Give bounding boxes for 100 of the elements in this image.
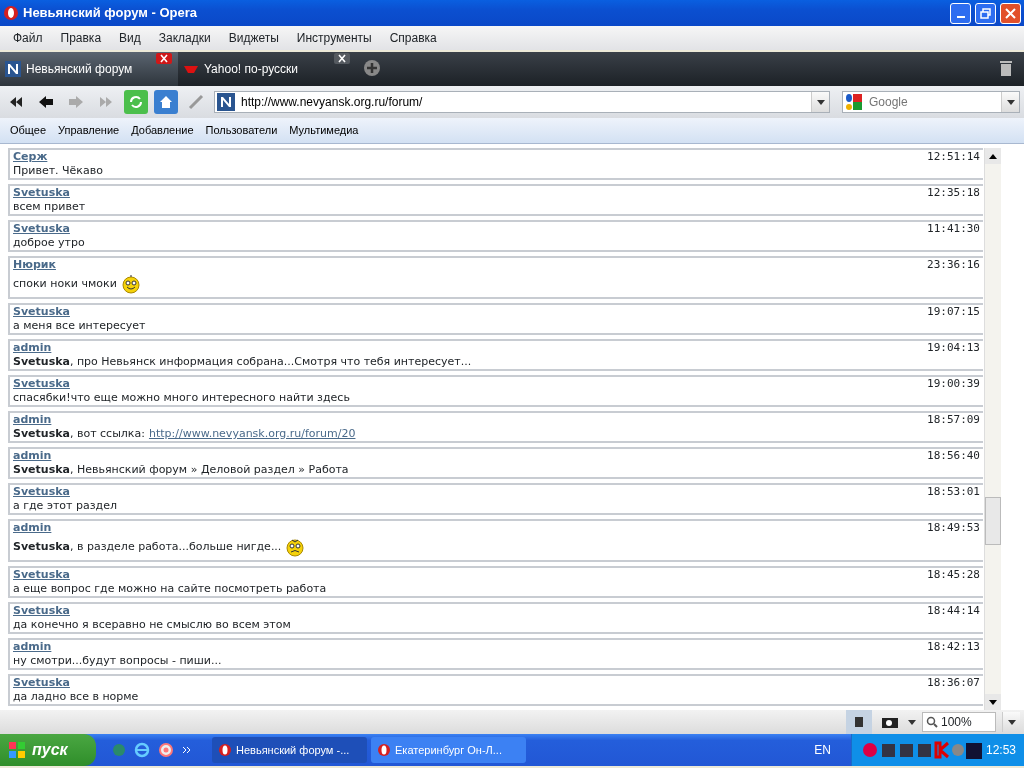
- plus-icon: [363, 59, 381, 77]
- zoom-field[interactable]: 100%: [922, 712, 996, 732]
- message-time: 19:00:39: [927, 377, 980, 391]
- message-link[interactable]: http://www.nevyansk.org.ru/forum/20: [148, 427, 356, 441]
- caret-icon: [1007, 719, 1016, 725]
- author-link[interactable]: Svetuska: [13, 222, 70, 236]
- frowning-smiley-icon: [285, 537, 306, 557]
- author-link[interactable]: Svetuska: [13, 305, 70, 319]
- rewind-icon: [9, 96, 23, 108]
- message-time: 19:04:13: [927, 341, 980, 355]
- close-tab-icon[interactable]: [156, 53, 172, 64]
- arrow-icon: [989, 699, 997, 705]
- restore-icon: [980, 7, 991, 19]
- menu-item[interactable]: Виджеты: [219, 29, 288, 47]
- menu-link[interactable]: Добавление: [125, 122, 200, 139]
- search-icon: [926, 716, 938, 728]
- home-button[interactable]: [154, 90, 178, 114]
- message-text: Svetuska, вот ссылка:: [13, 427, 145, 441]
- close-icon: [1005, 7, 1016, 19]
- forward-icon: [68, 95, 84, 109]
- message-time: 11:41:30: [927, 222, 980, 236]
- tab[interactable]: Невьянский форум: [0, 52, 178, 86]
- author-link[interactable]: Серж: [13, 150, 48, 164]
- message-text: Svetuska, про Невьянск информация собрана...Смотря что тебя интересует...: [13, 355, 472, 369]
- search-input[interactable]: Google: [867, 92, 1001, 112]
- author-link[interactable]: Svetuska: [13, 186, 70, 200]
- author-link[interactable]: admin: [13, 341, 52, 355]
- close-tab-icon[interactable]: [334, 53, 350, 64]
- address-bar[interactable]: http://www.nevyansk.org.ru/forum/: [214, 91, 830, 113]
- author-link[interactable]: Svetuska: [13, 377, 70, 391]
- restore-button[interactable]: [975, 2, 996, 24]
- caret-icon: [1006, 99, 1015, 105]
- minimize-icon: [956, 16, 965, 18]
- more-chevron-icon[interactable]: [182, 746, 192, 754]
- menu-link[interactable]: Пользователи: [199, 122, 284, 139]
- message-time: 12:35:18: [927, 186, 980, 200]
- opera-logo-icon: [377, 743, 391, 757]
- site-n-icon: [5, 61, 21, 77]
- panel-toggle-button[interactable]: [846, 710, 872, 734]
- minimize-button[interactable]: [950, 2, 971, 24]
- message-text: Svetuska, Невьянский форум » Деловой раздел » Работа: [13, 463, 349, 477]
- menu-item[interactable]: Правка: [51, 29, 111, 47]
- author-link[interactable]: admin: [13, 449, 52, 463]
- tray-icons-drawing[interactable]: [861, 741, 982, 759]
- home-icon: [158, 94, 174, 110]
- author-link[interactable]: admin: [13, 413, 52, 427]
- trash-icon: [999, 59, 1013, 77]
- back-icon: [38, 95, 54, 109]
- scrollbar-thumb[interactable]: [985, 497, 1001, 546]
- message-text: Svetuska, в разделе работа...больше нигде...: [13, 540, 282, 554]
- menu-item[interactable]: Справка: [380, 29, 446, 47]
- scrollbar[interactable]: [984, 148, 1001, 710]
- target-icon[interactable]: [158, 742, 174, 758]
- message-text: споки ноки чмоки: [13, 277, 117, 291]
- message-time: 18:53:01: [927, 485, 980, 499]
- tab[interactable]: Yahoo! по-русски: [178, 52, 356, 86]
- author-link[interactable]: Svetuska: [13, 604, 70, 618]
- author-link[interactable]: admin: [13, 640, 52, 654]
- message-text: да конечно я всеравно не смыслю во всем этом: [13, 618, 291, 632]
- menu-link[interactable]: Управление: [52, 122, 126, 139]
- address-input[interactable]: http://www.nevyansk.org.ru/forum/: [239, 92, 811, 112]
- caret-icon: [908, 719, 916, 725]
- opera-logo-icon: [3, 5, 19, 21]
- menu-item[interactable]: Инструменты: [287, 29, 381, 47]
- search-dropdown-button[interactable]: [1001, 92, 1019, 112]
- opera-logo-icon: [218, 743, 232, 757]
- menu-item[interactable]: Файл: [4, 29, 52, 47]
- zoom-dropdown-button[interactable]: [1002, 712, 1020, 732]
- message-text: всем привет: [13, 200, 86, 214]
- message-time: 18:42:13: [927, 640, 980, 654]
- message-text: да ладно все в норме: [13, 690, 139, 704]
- search-box[interactable]: Google: [842, 91, 1020, 113]
- message-text: а меня все интересует: [13, 319, 146, 333]
- windows-logo-icon: [8, 741, 26, 759]
- google-logo-icon: [845, 93, 863, 111]
- smiley-icon: [120, 274, 141, 294]
- menu-link[interactable]: Мультимедиа: [283, 122, 365, 139]
- arrow-icon: [989, 153, 997, 159]
- address-dropdown-button[interactable]: [811, 92, 829, 112]
- fast-forward-icon: [99, 96, 113, 108]
- menu-item[interactable]: Вид: [110, 29, 150, 47]
- start-button[interactable]: пуск: [0, 734, 96, 766]
- author-link[interactable]: Svetuska: [13, 568, 70, 582]
- reload-icon: [128, 94, 144, 110]
- author-link[interactable]: Svetuska: [13, 485, 70, 499]
- author-link[interactable]: Нюрик: [13, 258, 56, 272]
- author-link[interactable]: admin: [13, 521, 52, 535]
- message-text: а еще вопрос где можно на сайте посмотреть работа: [13, 582, 327, 596]
- menu-item[interactable]: Закладки: [149, 29, 220, 47]
- message-time: 18:36:07: [927, 676, 980, 690]
- message-time: 18:57:09: [927, 413, 980, 427]
- message-time: 18:45:28: [927, 568, 980, 582]
- browser-e-icon[interactable]: [134, 742, 150, 758]
- menu-link[interactable]: Общее: [4, 122, 53, 139]
- taskbar-button[interactable]: Екатеринбург Он-Л...: [371, 737, 526, 763]
- language-indicator[interactable]: EN: [814, 741, 831, 759]
- message-text: спасябки!что еще можно много интересного найти здесь: [13, 391, 350, 405]
- taskbar-button[interactable]: Невьянский форум -...: [212, 737, 367, 763]
- author-link[interactable]: Svetuska: [13, 676, 70, 690]
- close-button[interactable]: [1000, 2, 1021, 24]
